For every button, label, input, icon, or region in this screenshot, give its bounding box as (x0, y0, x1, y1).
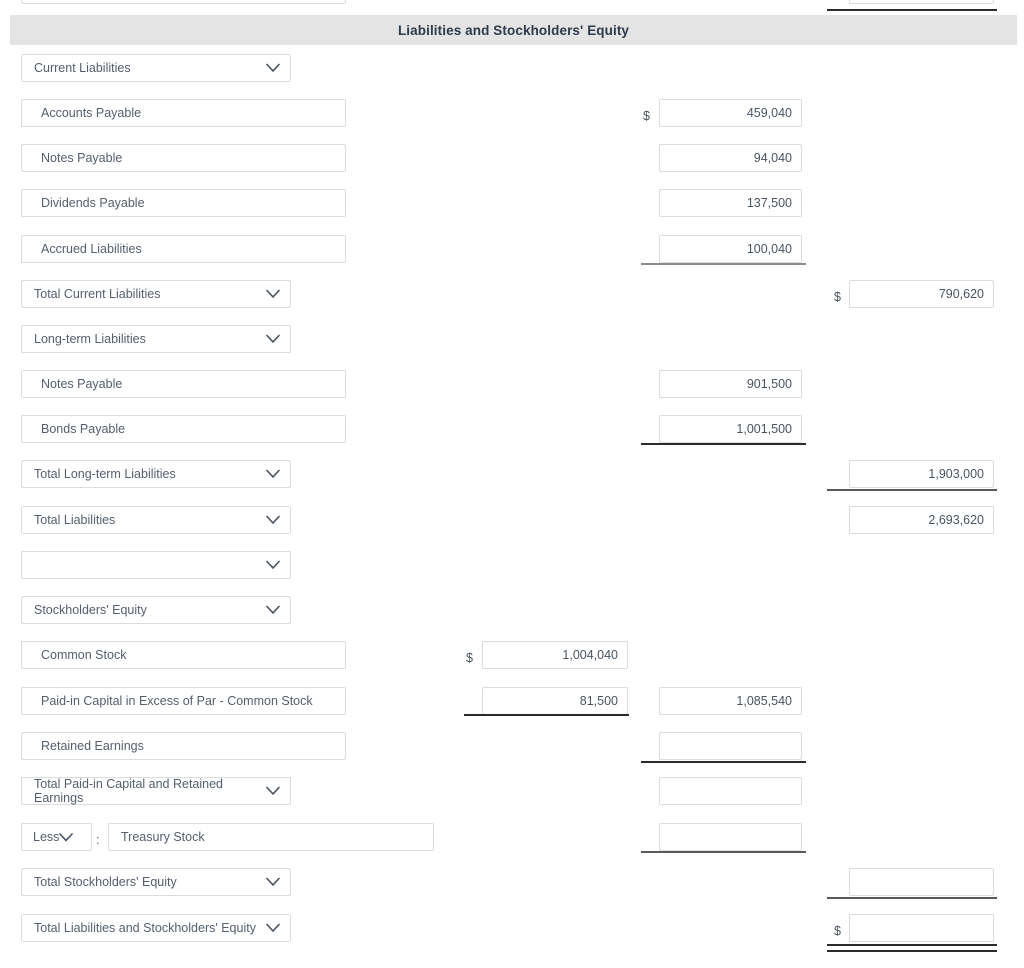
amount-input-total-column[interactable]: 790,620 (849, 280, 994, 308)
table-row: Total Paid-in Capital and Retained Earni… (0, 777, 1024, 811)
chevron-down-icon (266, 877, 280, 887)
select-value: Total Paid-in Capital and Retained Earni… (34, 777, 224, 805)
chevron-down-icon (266, 560, 280, 570)
section-select-long-term-liabilities[interactable]: Long-term Liabilities (21, 325, 291, 353)
amount-input-total-column[interactable] (849, 0, 994, 4)
amount-input-inner-column[interactable]: 81,500 (482, 687, 628, 715)
section-select-current-liabilities[interactable]: Current Liabilities (21, 54, 291, 82)
account-name-input[interactable]: Retained Earnings (21, 732, 346, 760)
currency-symbol: $ (834, 290, 841, 304)
table-row: Stockholders' Equity (0, 596, 1024, 630)
account-name-input[interactable]: Paid-in Capital in Excess of Par - Commo… (21, 687, 346, 715)
table-row: Accounts Payable $ 459,040 (0, 99, 1024, 133)
subtotal-rule (641, 263, 806, 265)
table-row: Retained Earnings (0, 732, 1024, 766)
subtotal-select-total-current-liabilities[interactable]: Total Current Liabilities (21, 280, 291, 308)
chevron-down-icon (266, 63, 280, 73)
subtotal-rule (827, 897, 997, 899)
balance-sheet-form: Liabilities and Stockholders' Equity Cur… (0, 0, 1024, 968)
account-name-input[interactable]: Treasury Stock (108, 823, 434, 851)
subtotal-rule (641, 761, 806, 763)
subtotal-select-total-long-term-liabilities[interactable]: Total Long-term Liabilities (21, 460, 291, 488)
amount-input-total-column[interactable] (849, 868, 994, 896)
chevron-down-icon (266, 334, 280, 344)
select-value: Total Liabilities and Stockholders' Equi… (34, 921, 256, 935)
table-row: Current Liabilities (0, 54, 1024, 88)
amount-input-middle-column[interactable]: 100,040 (659, 235, 802, 263)
currency-symbol: $ (834, 924, 841, 938)
amount-input-total-column[interactable] (849, 914, 994, 942)
amount-input-middle-column[interactable]: 137,500 (659, 189, 802, 217)
account-name-input[interactable]: Accounts Payable (21, 99, 346, 127)
subtotal-rule (827, 489, 997, 491)
chevron-down-icon (266, 923, 280, 933)
subtotal-rule (641, 851, 806, 853)
table-row: Less : Treasury Stock (0, 823, 1024, 857)
account-name-input[interactable]: Common Stock (21, 641, 346, 669)
account-name-input[interactable]: Accrued Liabilities (21, 235, 346, 263)
chevron-down-icon (266, 786, 280, 796)
chevron-down-icon (59, 832, 74, 842)
blank-section-select[interactable] (21, 551, 291, 579)
grand-total-select-total-liabilities-and-stockholders-equity[interactable]: Total Liabilities and Stockholders' Equi… (21, 914, 291, 942)
table-row: Accrued Liabilities 100,040 (0, 235, 1024, 269)
amount-input-middle-column[interactable] (659, 732, 802, 760)
table-row: Long-term Liabilities (0, 325, 1024, 359)
table-row: Total Current Liabilities $ 790,620 (0, 280, 1024, 314)
subtotal-select-total-liabilities[interactable]: Total Liabilities (21, 506, 291, 534)
table-row: Total Liabilities and Stockholders' Equi… (0, 914, 1024, 948)
amount-input-middle-column[interactable] (659, 777, 802, 805)
account-name-input[interactable]: Dividends Payable (21, 189, 346, 217)
subtotal-rule (641, 443, 806, 445)
section-title: Liabilities and Stockholders' Equity (397, 22, 630, 38)
double-rule (827, 944, 997, 952)
chevron-down-icon (266, 469, 280, 479)
account-name-input[interactable]: Notes Payable (21, 370, 346, 398)
table-row: Total Liabilities 2,693,620 (0, 506, 1024, 540)
amount-input-middle-column[interactable]: 1,085,540 (659, 687, 802, 715)
subtotal-rule (464, 714, 629, 716)
amount-input-middle-column[interactable]: 94,040 (659, 144, 802, 172)
select-value: Total Long-term Liabilities (34, 467, 176, 481)
chevron-down-icon (266, 605, 280, 615)
select-value: Total Current Liabilities (34, 287, 161, 301)
colon-separator: : (96, 833, 100, 847)
select-value: Long-term Liabilities (34, 332, 146, 346)
table-row: Notes Payable 94,040 (0, 144, 1024, 178)
currency-symbol: $ (643, 109, 650, 123)
currency-symbol: $ (466, 651, 473, 665)
section-select-stockholders-equity[interactable]: Stockholders' Equity (21, 596, 291, 624)
account-name-input[interactable]: Notes Payable (21, 144, 346, 172)
table-row: Dividends Payable 137,500 (0, 189, 1024, 223)
account-name-input[interactable]: Bonds Payable (21, 415, 346, 443)
account-name-input[interactable] (21, 0, 346, 4)
modifier-select-less[interactable]: Less (21, 823, 92, 851)
chevron-down-icon (266, 515, 280, 525)
select-value: Total Stockholders' Equity (34, 875, 177, 889)
select-value: Total Liabilities (34, 513, 116, 527)
table-row: Bonds Payable 1,001,500 (0, 415, 1024, 449)
table-row: Notes Payable 901,500 (0, 370, 1024, 404)
amount-input-middle-column[interactable]: 459,040 (659, 99, 802, 127)
table-row (0, 551, 1024, 585)
chevron-down-icon (266, 289, 280, 299)
amount-input-inner-column[interactable]: 1,004,040 (482, 641, 628, 669)
amount-input-middle-column[interactable]: 901,500 (659, 370, 802, 398)
amount-input-total-column[interactable]: 1,903,000 (849, 460, 994, 488)
select-value: Current Liabilities (34, 61, 131, 75)
amount-input-total-column[interactable]: 2,693,620 (849, 506, 994, 534)
amount-input-middle-column[interactable] (659, 823, 802, 851)
select-value: Less (33, 830, 60, 844)
section-header: Liabilities and Stockholders' Equity (10, 15, 1017, 45)
table-row: Common Stock $ 1,004,040 (0, 641, 1024, 675)
select-value: Stockholders' Equity (34, 603, 147, 617)
amount-input-middle-column[interactable]: 1,001,500 (659, 415, 802, 443)
subtotal-select-total-paid-in-capital-and-retained-earnings[interactable]: Total Paid-in Capital and Retained Earni… (21, 777, 291, 805)
subtotal-select-total-stockholders-equity[interactable]: Total Stockholders' Equity (21, 868, 291, 896)
